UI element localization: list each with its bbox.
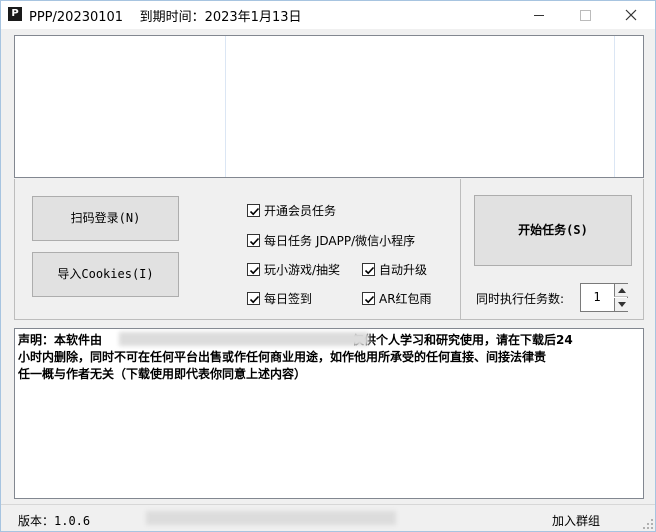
title-bar[interactable]: P PPP/20230101 到期时间：2023年1月13日	[1, 1, 655, 29]
checkbox-checked-icon[interactable]	[362, 291, 375, 305]
join-group-link[interactable]: 加入群组	[552, 512, 600, 529]
maximize-icon[interactable]	[562, 1, 608, 29]
checkbox-label: AR红包雨	[379, 291, 432, 306]
window-title: PPP/20230101 到期时间：2023年1月13日	[29, 10, 302, 25]
checkbox-ar-redpacket[interactable]: AR红包雨	[362, 289, 432, 307]
checkbox-auto-upgrade[interactable]: 自动升级	[362, 260, 427, 278]
account-list[interactable]	[14, 35, 644, 178]
checkbox-label: 每日任务 JDAPP/微信小程序	[264, 233, 416, 248]
main-window: P PPP/20230101 到期时间：2023年1月13日 扫码登录(N) 导…	[0, 0, 656, 532]
checkbox-daily-task[interactable]: 每日任务 JDAPP/微信小程序	[247, 231, 415, 249]
scan-login-button[interactable]: 扫码登录(N)	[32, 196, 179, 241]
version-label: 版本：1.0.6	[18, 514, 91, 528]
minimize-icon[interactable]	[516, 1, 562, 29]
concurrency-value[interactable]: 1	[581, 290, 613, 304]
disclaimer-line1-suffix: 仅供个人学习和研究使用，请在下载后24	[352, 333, 573, 347]
concurrency-label: 同时执行任务数:	[476, 292, 565, 306]
checkbox-checked-icon[interactable]	[247, 262, 260, 276]
status-bar: 版本：1.0.6 加入群组	[1, 504, 655, 531]
checkbox-label: 玩小游戏/抽奖	[264, 262, 341, 277]
checkbox-label: 开通会员任务	[264, 203, 337, 218]
checkbox-checked-icon[interactable]	[247, 203, 260, 217]
app-logo-icon: P	[8, 7, 22, 21]
concurrency-stepper[interactable]: 1	[580, 283, 628, 312]
start-task-button[interactable]: 开始任务(S)	[474, 195, 632, 266]
checkbox-vip-task[interactable]: 开通会员任务	[247, 201, 336, 219]
checkbox-label: 自动升级	[379, 262, 428, 277]
list-column-divider	[225, 36, 226, 177]
checkbox-daily-signin[interactable]: 每日签到	[247, 289, 312, 307]
stepper-down-icon[interactable]	[614, 298, 628, 311]
checkbox-checked-icon[interactable]	[362, 262, 375, 276]
import-cookies-button[interactable]: 导入Cookies(I)	[32, 252, 179, 297]
redaction-blur	[119, 332, 369, 346]
disclaimer-line2: 小时内删除，同时不可在任何平台出售或作任何商业用途，如作他用所承受的任何直接、间…	[18, 350, 547, 364]
checkbox-label: 每日签到	[264, 291, 313, 306]
redaction-blur	[146, 511, 396, 525]
checkbox-mini-game[interactable]: 玩小游戏/抽奖	[247, 260, 340, 278]
disclaimer-line1-prefix: 声明：本软件由	[18, 333, 103, 347]
close-icon[interactable]	[608, 1, 654, 29]
checkbox-checked-icon[interactable]	[247, 291, 260, 305]
checkbox-checked-icon[interactable]	[247, 233, 260, 247]
disclaimer-text[interactable]: 声明：本软件由 仅供个人学习和研究使用，请在下载后24 小时内删除，同时不可在任何…	[14, 328, 644, 499]
resize-grip-icon[interactable]	[643, 519, 653, 529]
list-column-divider	[614, 36, 615, 177]
disclaimer-line3: 任一概与作者无关（下载使用即代表你同意上述内容）	[18, 367, 307, 381]
stepper-up-icon[interactable]	[614, 284, 628, 297]
